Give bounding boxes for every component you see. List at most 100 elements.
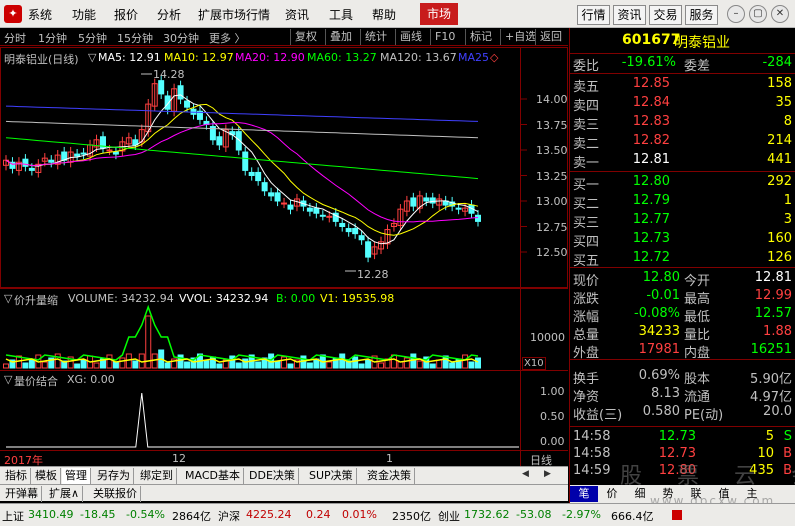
period-more[interactable]: 更多 〉 [209, 30, 246, 46]
mark-button[interactable]: 标记 [465, 29, 492, 45]
overlay-button[interactable]: 叠加 [325, 29, 352, 45]
tab-indicator[interactable]: 指标 [2, 468, 31, 484]
tab-manage[interactable]: 管理 [62, 468, 91, 484]
menu-function[interactable]: 功能 [72, 6, 96, 23]
stat-value: 0.580 [642, 404, 680, 419]
candle-body [410, 197, 417, 207]
buy-price: 12.80 [632, 174, 670, 189]
close-icon[interactable]: ✕ [771, 5, 789, 23]
tab-expand[interactable]: 扩展∧ [46, 486, 84, 502]
tick-price: 12.73 [658, 446, 696, 461]
sell-volume: 8 [783, 114, 792, 129]
candle-body [261, 182, 268, 192]
ma25-legend: MA25 [458, 51, 490, 64]
volume-bar [378, 362, 385, 369]
xg-indicator-title: 量价结合 [14, 375, 58, 388]
volume-bar [235, 362, 242, 369]
buy-row: 买二 12.79 1 [570, 193, 795, 212]
menu-news[interactable]: 资讯 [285, 6, 309, 23]
stat-value: 1.88 [763, 324, 792, 339]
stat-row: 总量 34233 量比 1.88 [570, 324, 795, 343]
tab-macd[interactable]: MACD基本 [182, 468, 244, 484]
sell-volume: 158 [767, 76, 792, 91]
xg-line [6, 392, 519, 448]
draw-line-button[interactable]: 画线 [395, 29, 422, 45]
tab-related-quotes[interactable]: 关联报价 [90, 486, 141, 502]
tick-volume: 435 [749, 463, 774, 478]
volume-bar [436, 359, 443, 369]
quote-button[interactable]: 行情 [577, 5, 610, 25]
price-tick: 13.00 [536, 195, 568, 208]
stock-header: 601677 明泰铝业 [570, 28, 795, 52]
sz-amount: 2350亿 [392, 510, 431, 523]
x-axis-month: 1 [386, 452, 393, 465]
minimize-icon[interactable]: – [727, 5, 745, 23]
buy-label: 买一 [573, 178, 600, 193]
volume-bar [177, 354, 184, 369]
volume-bar [255, 361, 262, 369]
xg-axis-tick: 0.00 [540, 435, 565, 448]
tab-template[interactable]: 模板 [32, 468, 61, 484]
candle-body [22, 158, 29, 167]
volume-bar [339, 353, 346, 369]
service-button[interactable]: 服务 [685, 5, 718, 25]
kline-chart[interactable] [0, 47, 568, 466]
period-1min[interactable]: 1分钟 [38, 30, 67, 46]
volume-bar [184, 361, 191, 369]
legend-arrow-icon[interactable]: ▽ [88, 51, 96, 64]
menu-help[interactable]: 帮助 [372, 6, 396, 23]
period-30min[interactable]: 30分钟 [163, 30, 199, 46]
candle-body [352, 228, 359, 235]
stat-value: 5.90亿 [750, 372, 792, 387]
webi-value: -19.61% [621, 55, 676, 70]
maximize-icon[interactable]: ▢ [749, 5, 767, 23]
volume-bar [3, 363, 9, 369]
trade-button[interactable]: 交易 [649, 5, 682, 25]
tab-danmaku[interactable]: 开弹幕 [2, 486, 42, 502]
volume-bar [93, 362, 100, 369]
tab-dde[interactable]: DDE决策 [246, 468, 299, 484]
news-button[interactable]: 资讯 [613, 5, 646, 25]
webi-row: 委比 -19.61% 委差 -284 [570, 55, 795, 74]
add-watchlist-button[interactable]: +自选 [500, 29, 536, 45]
statistics-button[interactable]: 统计 [360, 29, 387, 45]
menu-system[interactable]: 系统 [28, 6, 52, 23]
menu-tools[interactable]: 工具 [329, 6, 353, 23]
candle-body [319, 214, 326, 217]
tab-save-as[interactable]: 另存为 [94, 468, 134, 484]
period-5min[interactable]: 5分钟 [78, 30, 107, 46]
candle-body [345, 228, 352, 233]
candle-body [339, 222, 346, 228]
volume-arrow-icon[interactable]: ▽ [4, 292, 12, 305]
tab-scroll-left-icon[interactable]: ◀ [522, 469, 529, 479]
f10-button[interactable]: F10 [430, 29, 455, 45]
xg-arrow-icon[interactable]: ▽ [4, 373, 12, 386]
stat-row: 现价 12.80 今开 12.81 [570, 270, 795, 289]
tab-scroll-right-icon[interactable]: ▶ [544, 469, 551, 479]
volume-bar [22, 362, 29, 369]
app-logo: ✦ [4, 5, 22, 23]
tick-time: 14:58 [573, 429, 611, 444]
stat-label: 净资 [573, 390, 600, 405]
tab-price[interactable]: 价 [598, 486, 626, 502]
sell-row: 卖三 12.83 8 [570, 114, 795, 133]
tab-fund[interactable]: 资金决策 [364, 468, 415, 484]
volume-bar [365, 359, 372, 369]
menu-analysis[interactable]: 分析 [157, 6, 181, 23]
tab-trades[interactable]: 笔 [570, 486, 598, 502]
tab-bind-to[interactable]: 绑定到 [137, 468, 177, 484]
restore-rights-button[interactable]: 复权 [290, 29, 317, 45]
tab-sup[interactable]: SUP决策 [306, 468, 357, 484]
menu-extended-market[interactable]: 扩展市场行情 [198, 6, 270, 23]
xg-axis-tick: 0.50 [540, 410, 565, 423]
buy-label: 买四 [573, 235, 600, 250]
menu-market[interactable]: 市场 [420, 3, 458, 25]
period-15min[interactable]: 15分钟 [117, 30, 153, 46]
menu-quote[interactable]: 报价 [114, 6, 138, 23]
back-button[interactable]: 返回 [535, 29, 562, 45]
volume-bar [287, 363, 294, 369]
period-intraday[interactable]: 分时 [4, 30, 26, 46]
cy-change: -53.08 [516, 508, 552, 521]
tick-price: 12.73 [658, 429, 696, 444]
chart-area[interactable]: 明泰铝业(日线) ▽ MA5: 12.91 MA10: 12.97 MA20: … [0, 47, 568, 467]
